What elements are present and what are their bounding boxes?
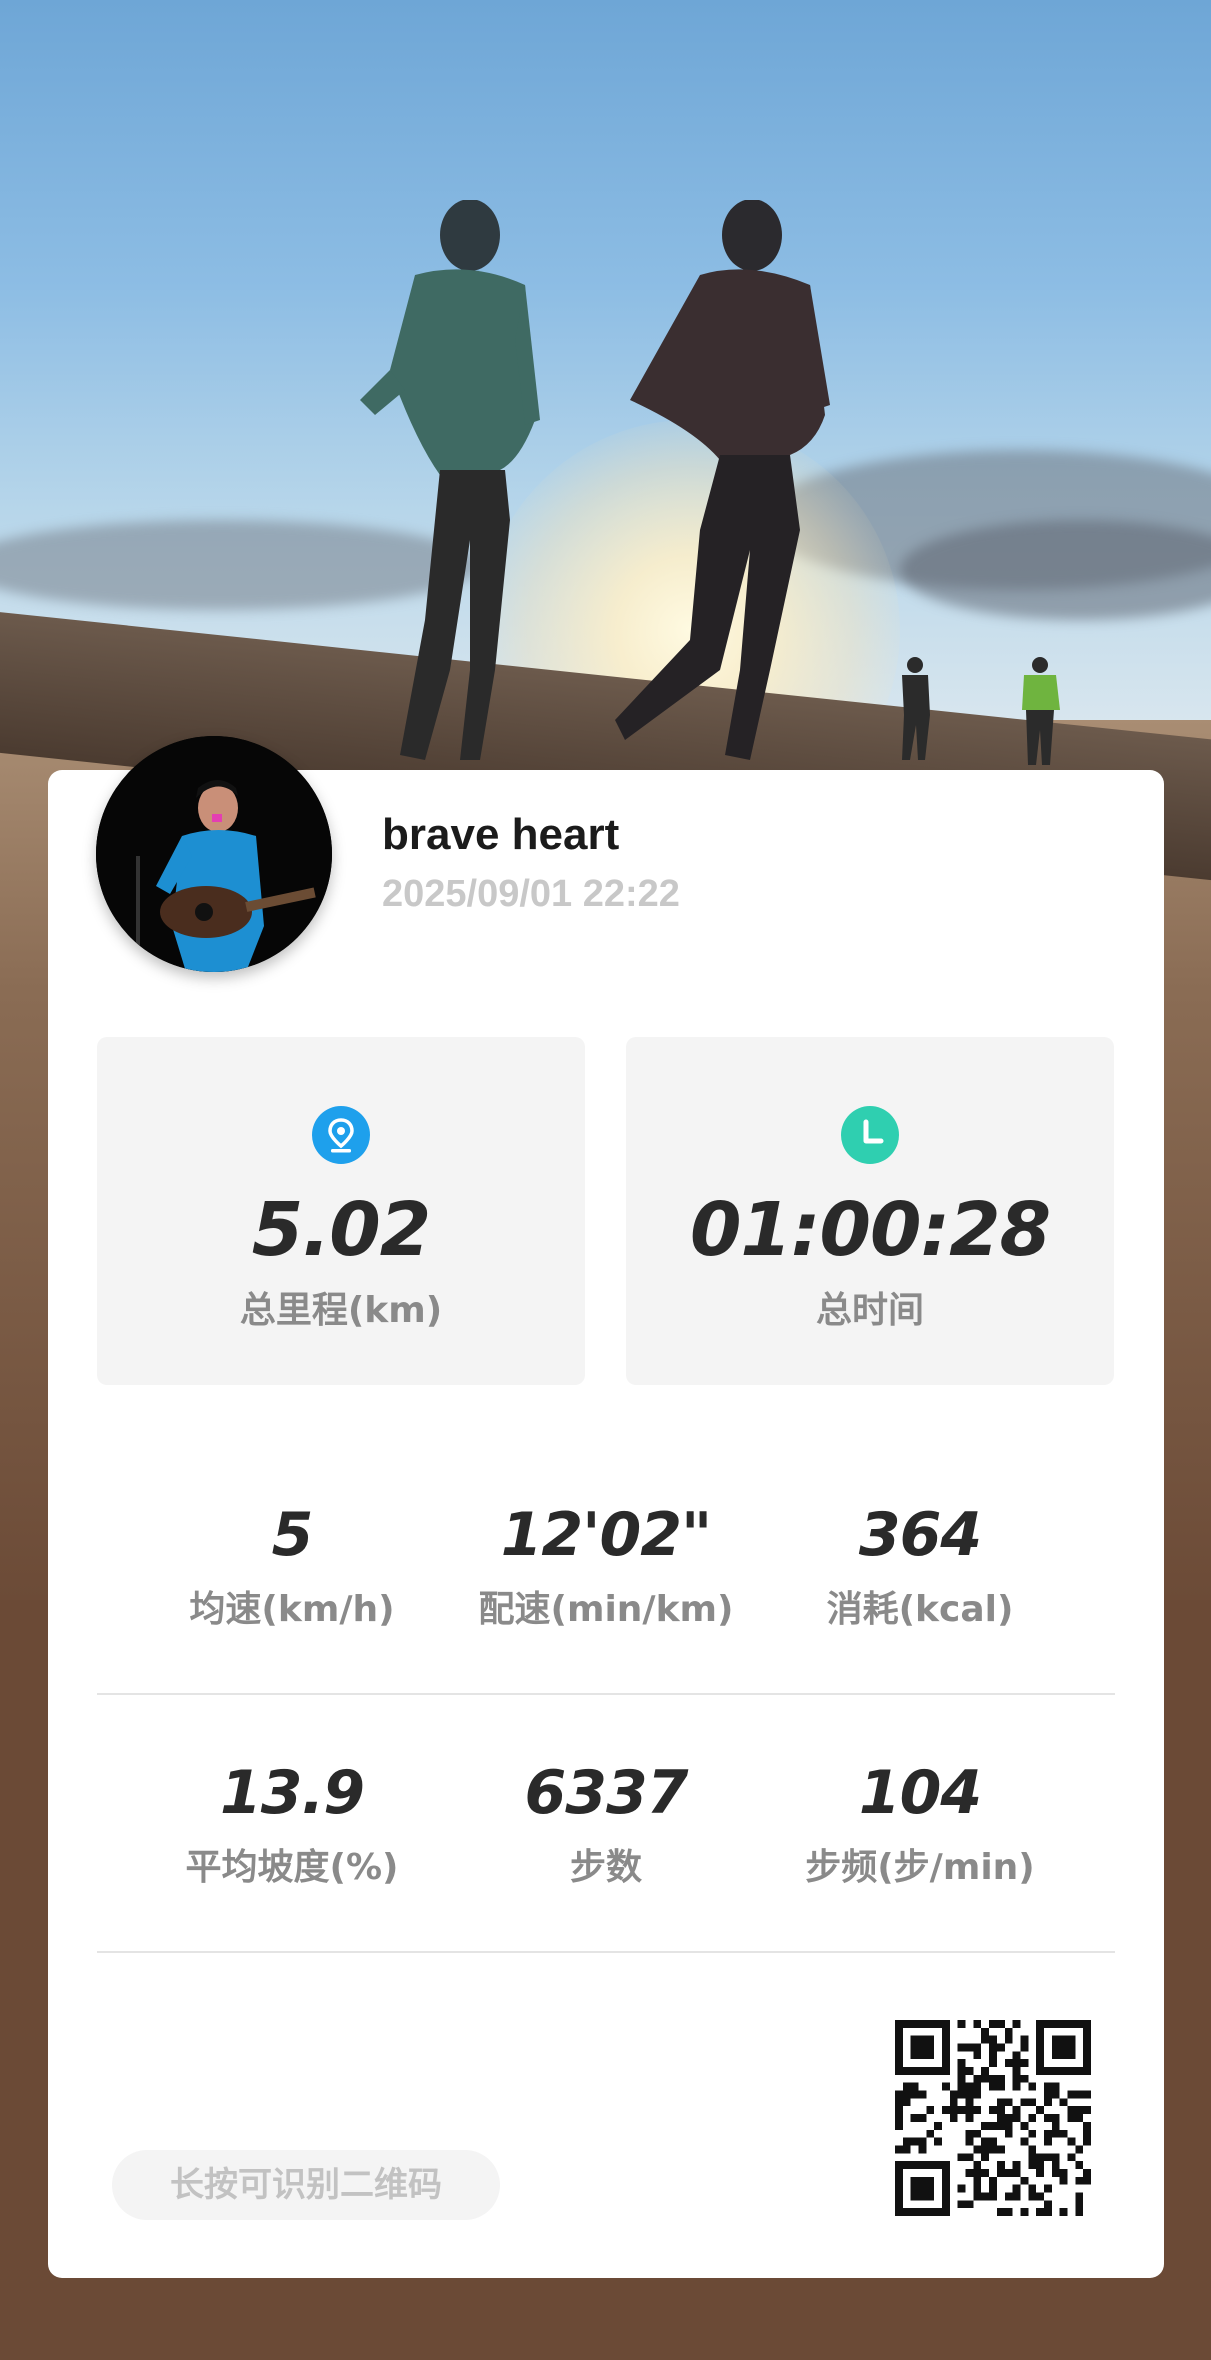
username: brave heart — [382, 810, 620, 859]
duration-stat: 01:00:28 总时间 — [626, 1037, 1114, 1385]
qr-code-icon[interactable] — [895, 2020, 1091, 2216]
location-pin-icon — [312, 1106, 370, 1164]
avg-speed-value: 5 — [271, 1500, 314, 1570]
calories-value: 364 — [858, 1500, 982, 1570]
divider — [97, 1693, 1115, 1695]
runner-silhouette — [1012, 655, 1068, 770]
cadence-label: 步频(步/min) — [805, 1847, 1035, 1888]
calories-label: 消耗(kcal) — [826, 1589, 1014, 1630]
avg-grade-label: 平均坡度(%) — [185, 1847, 399, 1888]
pace-metric: 12'02" 配速(min/km) — [446, 1500, 766, 1632]
avg-speed-metric: 5 均速(km/h) — [132, 1500, 452, 1632]
runner-silhouette — [320, 200, 550, 770]
avg-grade-metric: 13.9 平均坡度(%) — [132, 1758, 452, 1890]
distance-label: 总里程(km) — [239, 1290, 443, 1331]
cadence-value: 104 — [858, 1758, 982, 1828]
avatar[interactable] — [96, 736, 332, 972]
pace-value: 12'02" — [500, 1500, 713, 1570]
steps-value: 6337 — [524, 1758, 689, 1828]
distance-value: 5.02 — [251, 1187, 432, 1273]
divider — [97, 1951, 1115, 1953]
avg-speed-label: 均速(km/h) — [189, 1589, 395, 1630]
distance-stat: 5.02 总里程(km) — [97, 1037, 585, 1385]
workout-datetime: 2025/09/01 22:22 — [382, 873, 680, 915]
duration-label: 总时间 — [815, 1290, 924, 1331]
calories-metric: 364 消耗(kcal) — [760, 1500, 1080, 1632]
steps-metric: 6337 步数 — [446, 1758, 766, 1890]
cadence-metric: 104 步频(步/min) — [760, 1758, 1080, 1890]
pace-label: 配速(min/km) — [478, 1589, 734, 1630]
steps-label: 步数 — [569, 1847, 642, 1888]
runner-silhouette — [600, 200, 840, 770]
avg-grade-value: 13.9 — [219, 1758, 365, 1828]
duration-value: 01:00:28 — [689, 1187, 1051, 1273]
clock-icon — [841, 1106, 899, 1164]
qr-hint-label: 长按可识别二维码 — [112, 2150, 500, 2220]
runner-silhouette — [890, 655, 940, 765]
